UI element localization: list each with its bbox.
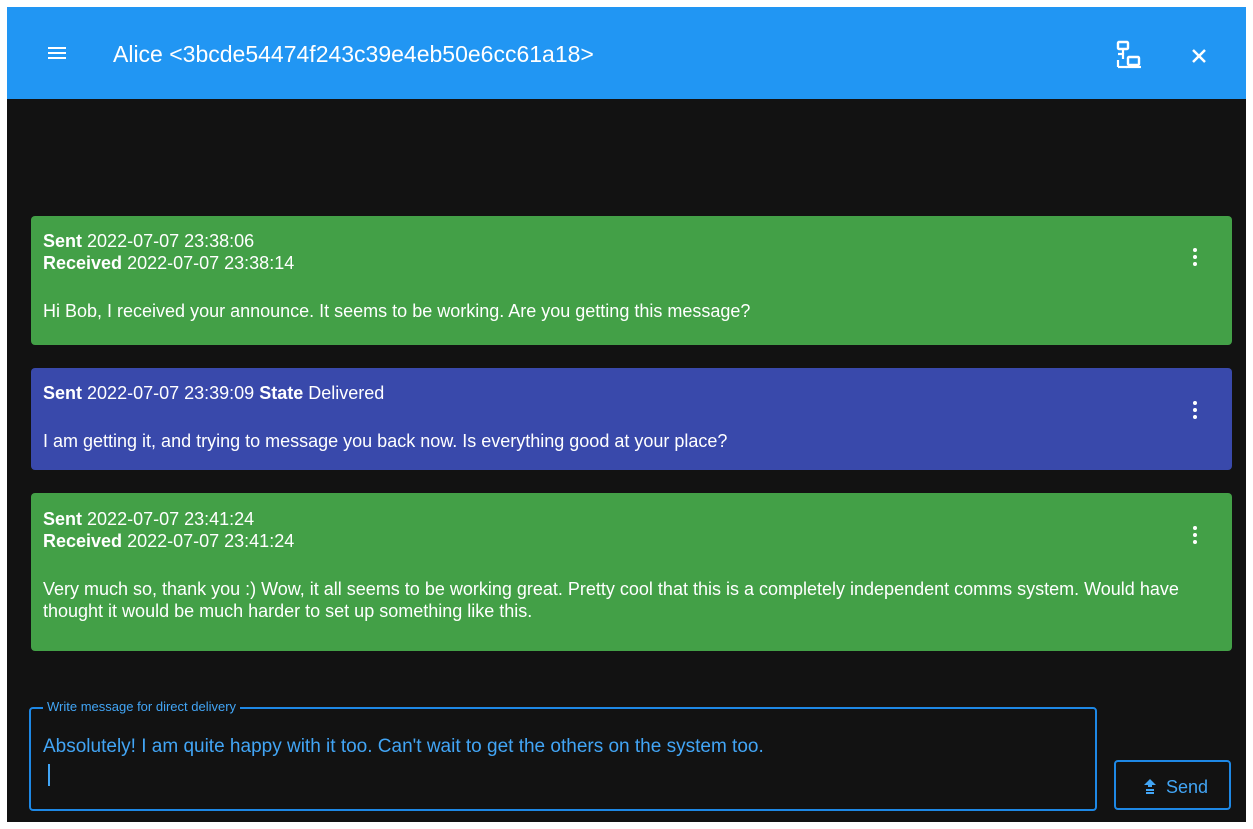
close-icon[interactable] <box>1185 42 1213 70</box>
message-bubble-outgoing[interactable]: Sent 2022-07-07 23:39:09 State Delivered… <box>31 368 1232 470</box>
more-options-icon[interactable] <box>1190 399 1200 421</box>
more-options-icon[interactable] <box>1190 524 1200 546</box>
message-text: Hi Bob, I received your announce. It see… <box>43 301 751 321</box>
message-input[interactable]: Write message for direct delivery Absolu… <box>29 699 1097 811</box>
message-bubble-incoming[interactable]: Sent 2022-07-07 23:41:24 Received 2022-0… <box>31 493 1232 651</box>
message-text: I am getting it, and trying to message y… <box>43 431 728 451</box>
send-button-label: Send <box>1166 777 1209 797</box>
conversation-title: Alice <3bcde54474f243c39e4eb50e6cc61a18> <box>113 41 594 67</box>
text-caret <box>48 764 50 786</box>
message-sent-line: Sent 2022-07-07 23:38:06 <box>43 231 255 251</box>
top-app-bar: Alice <3bcde54474f243c39e4eb50e6cc61a18> <box>7 7 1246 99</box>
message-input-label: Write message for direct delivery <box>43 699 241 715</box>
network-icon[interactable] <box>1115 40 1145 70</box>
send-button[interactable]: Send <box>1114 760 1231 810</box>
message-bubble-incoming[interactable]: Sent 2022-07-07 23:38:06 Received 2022-0… <box>31 216 1232 345</box>
message-received-line: Received 2022-07-07 23:41:24 <box>43 531 295 551</box>
message-text: Very much so, thank you :) Wow, it all s… <box>43 579 1179 621</box>
message-sent-line: Sent 2022-07-07 23:41:24 <box>43 509 255 529</box>
message-sent-line: Sent 2022-07-07 23:39:09 State Delivered <box>43 383 385 403</box>
hamburger-menu-icon[interactable] <box>45 40 71 66</box>
message-received-line: Received 2022-07-07 23:38:14 <box>43 253 295 273</box>
app-window: Alice <3bcde54474f243c39e4eb50e6cc61a18>… <box>7 7 1246 822</box>
message-input-value[interactable]: Absolutely! I am quite happy with it too… <box>43 736 764 758</box>
more-options-icon[interactable] <box>1190 246 1200 268</box>
send-icon <box>1143 778 1157 794</box>
